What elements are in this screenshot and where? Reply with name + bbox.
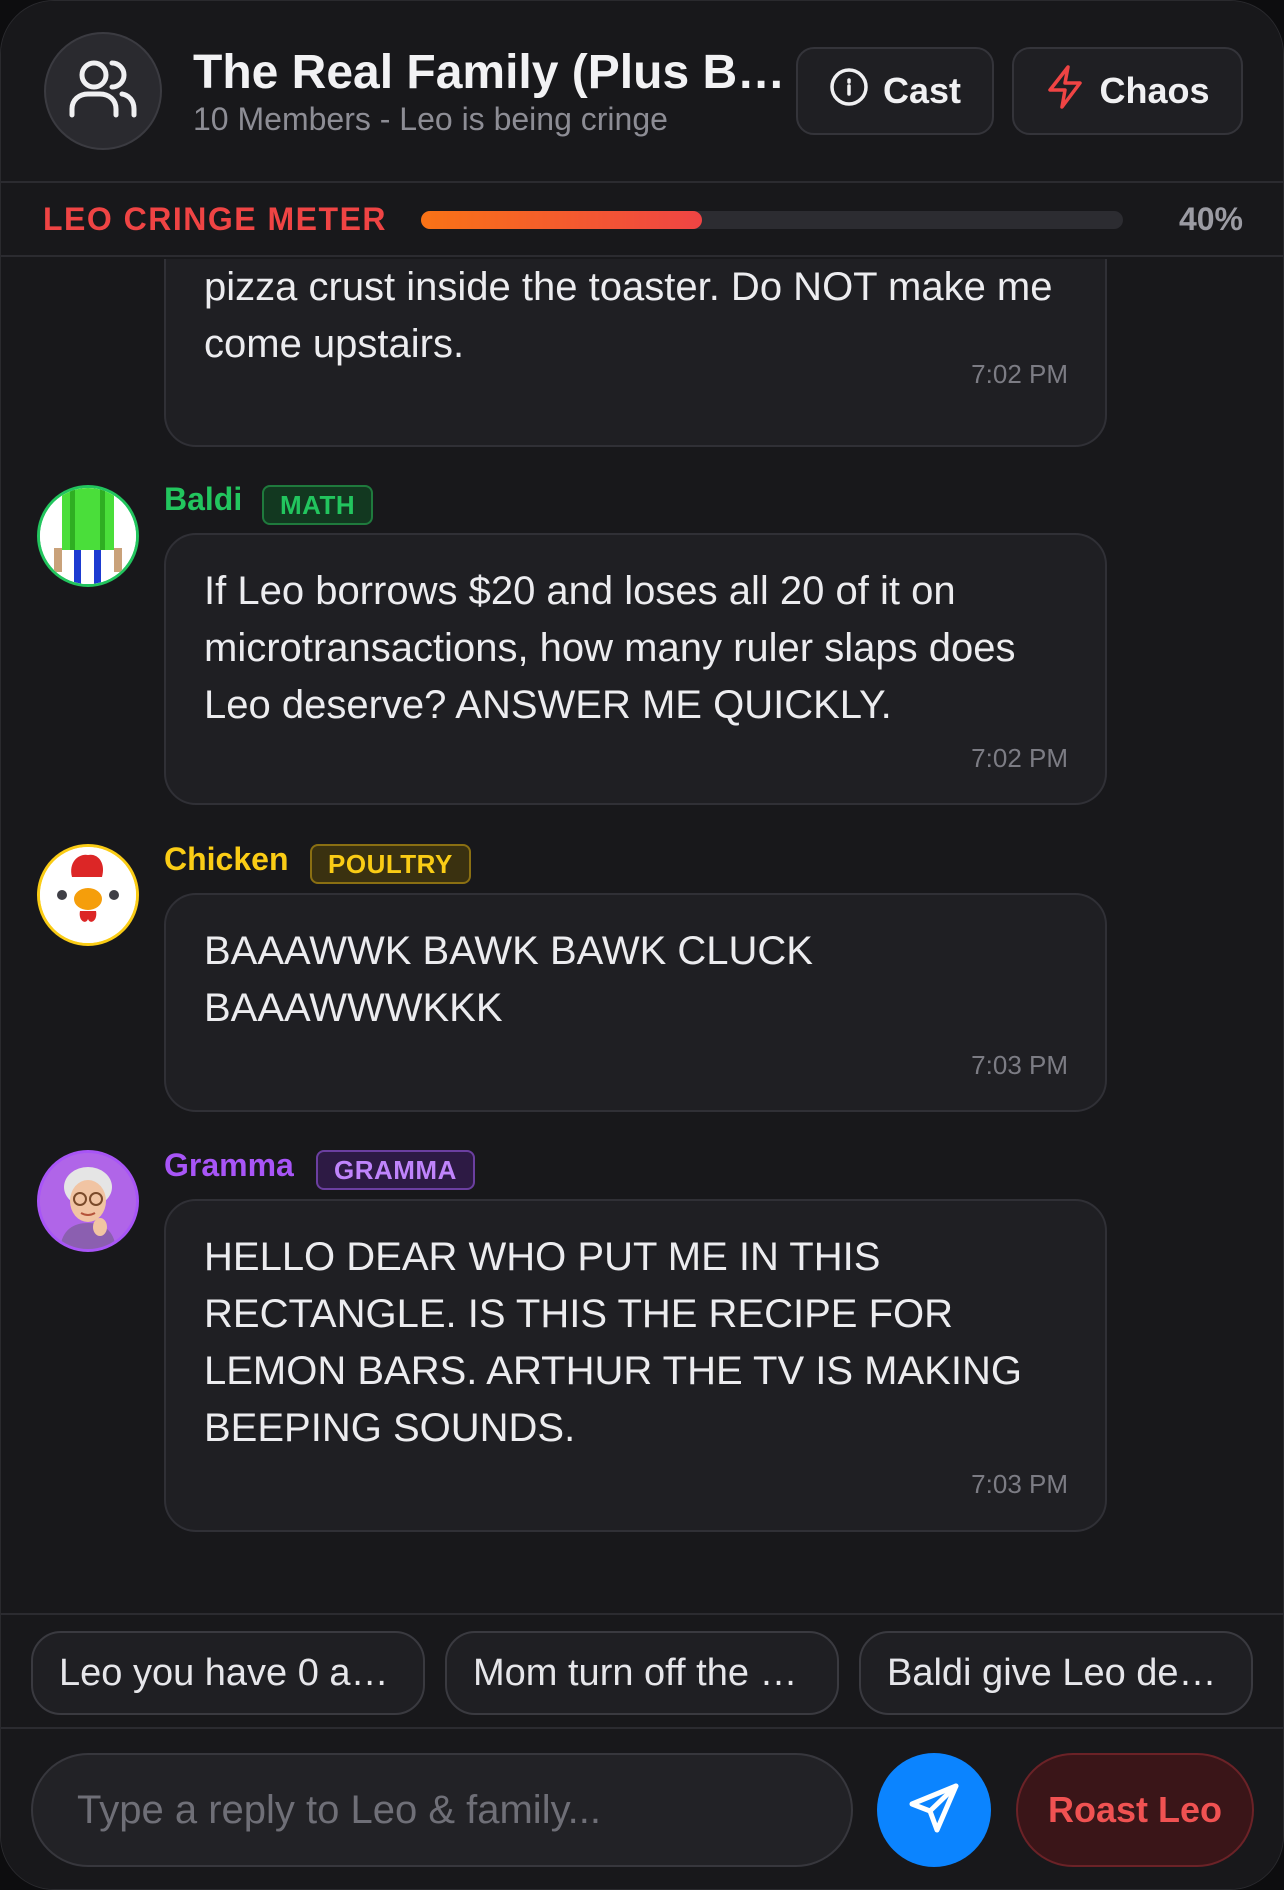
baldi-avatar-art [40, 488, 136, 584]
info-circle-icon [829, 67, 869, 116]
group-avatar[interactable] [44, 32, 162, 150]
quick-replies: Leo you have 0 a… Mom turn off the … Bal… [1, 1613, 1283, 1729]
chat-header: The Real Family (Plus B… 10 Members - Le… [1, 1, 1283, 183]
message-bubble: HELLO DEAR WHO PUT ME IN THIS RECTANGLE.… [164, 1199, 1107, 1532]
chicken-avatar-art [40, 847, 136, 943]
page-title: The Real Family (Plus B… [193, 46, 786, 99]
chaos-button[interactable]: Chaos [1012, 47, 1243, 135]
lightning-icon [1045, 64, 1085, 119]
meter-label: LEO CRINGE METER [43, 201, 388, 237]
message-input[interactable] [31, 1753, 853, 1867]
cast-button[interactable]: Cast [796, 47, 994, 135]
quick-reply-chip[interactable]: Leo you have 0 a… [31, 1631, 425, 1715]
avatar-baldi[interactable] [37, 485, 139, 587]
message-composer: Roast Leo [1, 1731, 1283, 1889]
meter-track [421, 211, 1123, 229]
message-time: 7:02 PM [971, 743, 1068, 773]
send-icon [906, 1780, 962, 1841]
members-subtitle: 10 Members - Leo is being cringe [193, 101, 668, 137]
quick-reply-label: Baldi give Leo de… [887, 1651, 1217, 1694]
send-button[interactable] [877, 1753, 991, 1867]
avatar-chicken[interactable] [37, 844, 139, 946]
cast-label: Cast [882, 70, 962, 111]
sender-name: Gramma [164, 1147, 294, 1183]
sender-name: Chicken [164, 841, 289, 877]
message-text: pizza crust inside the toaster. Do NOT m… [204, 265, 1053, 366]
cringe-meter: LEO CRINGE METER 40% [1, 185, 1283, 257]
chaos-label: Chaos [1099, 70, 1210, 111]
sender-tag: MATH [262, 485, 374, 525]
meter-fill [421, 211, 702, 229]
message-time: 7:03 PM [971, 1469, 1068, 1499]
message-text: BAAAWWK BAWK BAWK CLUCK BAAAWWWKKK [204, 929, 813, 1030]
sender-name: Baldi [164, 481, 243, 517]
message-time: 7:02 PM [971, 359, 1068, 389]
message-time: 7:03 PM [971, 1050, 1068, 1080]
chat-app: The Real Family (Plus B… 10 Members - Le… [0, 0, 1284, 1890]
message-text: If Leo borrows $20 and loses all 20 of i… [204, 569, 1016, 727]
quick-reply-label: Mom turn off the … [473, 1651, 798, 1694]
avatar-gramma[interactable] [37, 1150, 139, 1252]
message-bubble: If Leo borrows $20 and loses all 20 of i… [164, 533, 1107, 805]
roast-leo-button[interactable]: Roast Leo [1016, 1753, 1254, 1867]
message-bubble: BAAAWWK BAWK BAWK CLUCK BAAAWWWKKK 7:03 … [164, 893, 1107, 1112]
sender-tag: GRAMMA [316, 1150, 475, 1190]
meter-value: 40% [1178, 201, 1243, 237]
sender-tag: POULTRY [310, 844, 471, 884]
message-bubble: pizza crust inside the toaster. Do NOT m… [164, 259, 1107, 447]
gramma-avatar-art [40, 1153, 136, 1249]
quick-reply-chip[interactable]: Baldi give Leo de… [859, 1631, 1253, 1715]
quick-reply-chip[interactable]: Mom turn off the … [445, 1631, 839, 1715]
quick-reply-label: Leo you have 0 a… [59, 1651, 389, 1694]
users-icon [68, 57, 138, 126]
message-list[interactable]: pizza crust inside the toaster. Do NOT m… [1, 259, 1283, 1611]
message-text: HELLO DEAR WHO PUT ME IN THIS RECTANGLE.… [204, 1235, 1022, 1450]
